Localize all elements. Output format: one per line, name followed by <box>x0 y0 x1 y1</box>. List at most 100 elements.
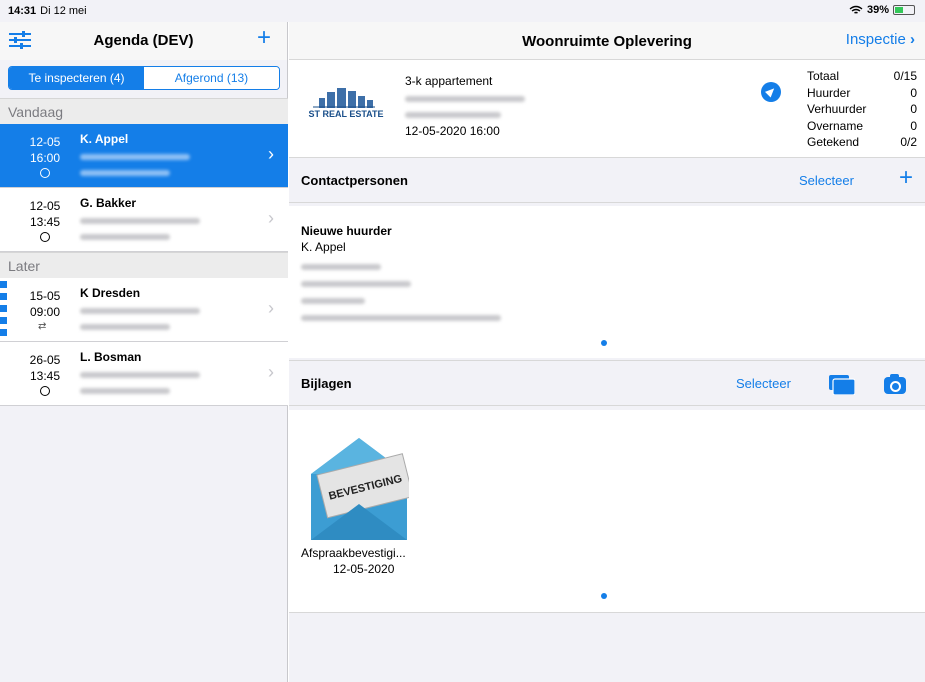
inspectie-button[interactable]: Inspectie › <box>846 31 915 48</box>
appointment-row[interactable]: 26-05 13:45 L. Bosman › <box>0 342 288 406</box>
stat-label: Getekend <box>807 135 860 149</box>
inspection-stats: Totaal 0/15 Huurder 0 Verhuurder 0 Overname… <box>807 68 917 151</box>
status-circle-icon <box>40 168 50 178</box>
edge-marker <box>0 317 7 324</box>
appointment-datetime: 12-05 13:45 <box>24 198 66 230</box>
battery-percent: 39% <box>866 4 889 16</box>
contacts-select-button[interactable]: Selecteer <box>799 173 854 188</box>
empty-area <box>289 612 925 682</box>
status-clock: 14:31 <box>8 5 37 17</box>
attachment-file-date: 12-05-2020 <box>333 562 395 576</box>
page-indicator-dot <box>601 593 607 599</box>
appointment-day: 12-05 <box>29 135 61 149</box>
appointment-time: 09:00 <box>29 305 61 319</box>
status-circle-icon <box>40 386 50 396</box>
appointment-time: 13:45 <box>29 369 61 383</box>
edge-marker <box>0 305 7 312</box>
status-bar: 14:31 Di 12 mei 39% <box>0 0 925 22</box>
redacted-address <box>405 96 525 102</box>
redacted-address <box>80 372 200 378</box>
attachments-select-button[interactable]: Selecteer <box>736 376 791 391</box>
chevron-right-icon: › <box>910 31 915 48</box>
appointment-time: 16:00 <box>29 151 61 165</box>
stat-getekend: Getekend 0/2 <box>807 134 917 151</box>
redacted-city <box>80 170 170 176</box>
appointment-datetime: 12-05 16:00 <box>24 134 66 166</box>
redacted-street <box>301 264 381 270</box>
property-type: 3-k appartement <box>405 74 493 88</box>
redacted-city <box>80 234 170 240</box>
appointment-name: L. Bosman <box>80 350 142 364</box>
stat-label: Overname <box>807 118 864 133</box>
redacted-email <box>301 315 501 321</box>
appointment-row[interactable]: 12-05 13:45 G. Bakker › <box>0 188 288 252</box>
folder-icon[interactable] <box>829 375 855 395</box>
appointment-row[interactable]: 12-05 16:00 K. Appel › <box>0 124 288 188</box>
navigation-arrow-icon[interactable] <box>761 82 781 102</box>
inspection-datetime: 12-05-2020 16:00 <box>405 124 500 138</box>
contact-role: Nieuwe huurder <box>301 224 392 238</box>
redacted-address <box>80 218 200 224</box>
stat-overname: Overname 0 <box>807 118 917 135</box>
appointment-name: G. Bakker <box>80 196 137 210</box>
attachments-section-header: Bijlagen Selecteer <box>289 360 925 406</box>
appointment-row[interactable]: 15-05 09:00 ⇄ K Dresden › <box>0 278 288 342</box>
redacted-city <box>301 281 411 287</box>
appointment-day: 26-05 <box>29 353 61 367</box>
detail-title: Woonruimte Oplevering <box>522 33 692 50</box>
envelope-document-icon[interactable]: BEVESTIGING <box>309 434 409 540</box>
stat-value: 0/15 <box>893 69 917 83</box>
stat-value: 0 <box>910 85 917 100</box>
company-logo: ST REAL ESTATE <box>303 84 389 122</box>
agenda-pane: Agenda (DEV) + Te inspecteren (4) Afgero… <box>0 22 288 682</box>
segment-te-inspecteren[interactable]: Te inspecteren (4) <box>9 67 144 89</box>
camera-icon[interactable] <box>884 374 906 394</box>
detail-pane: Woonruimte Oplevering Inspectie › ST REA… <box>289 22 925 682</box>
appointment-datetime: 26-05 13:45 <box>24 352 66 384</box>
attachments-card: BEVESTIGING Afspraakbevestigi... 12-05-2… <box>289 410 925 612</box>
appointment-datetime: 15-05 09:00 <box>24 288 66 320</box>
edge-marker <box>0 329 7 336</box>
wifi-icon <box>849 5 863 14</box>
logo-text: ST REAL ESTATE <box>308 109 384 119</box>
add-contact-button[interactable]: + <box>899 166 913 190</box>
redacted-phone <box>301 298 365 304</box>
appointment-day: 12-05 <box>29 199 61 213</box>
property-info-card: ST REAL ESTATE 3-k appartement 12-05-202… <box>289 60 925 157</box>
redacted-city <box>80 324 170 330</box>
stat-huurder: Huurder 0 <box>807 85 917 102</box>
stat-totaal: Totaal 0/15 <box>807 68 917 85</box>
contact-name: K. Appel <box>301 240 346 254</box>
chevron-right-icon: › <box>268 362 274 382</box>
stat-label: Totaal <box>807 69 840 83</box>
contacts-section-header: Contactpersonen Selecteer + <box>289 157 925 203</box>
status-time: 14:31 Di 12 mei <box>8 5 87 17</box>
contact-card[interactable]: Nieuwe huurder K. Appel <box>289 206 925 358</box>
redacted-city <box>80 388 170 394</box>
redacted-address <box>80 154 190 160</box>
contacts-title: Contactpersonen <box>301 173 408 188</box>
stat-value: 0/2 <box>900 135 917 149</box>
edge-marker <box>0 281 7 288</box>
attachments-title: Bijlagen <box>301 376 352 391</box>
segment-afgerond[interactable]: Afgerond (13) <box>144 67 279 89</box>
section-header-later: Later <box>0 252 288 278</box>
chevron-right-icon: › <box>268 208 274 228</box>
detail-header: Woonruimte Oplevering Inspectie › <box>289 22 925 60</box>
section-header-today: Vandaag <box>0 98 288 124</box>
chevron-right-icon: › <box>268 144 274 164</box>
battery-icon <box>893 5 915 15</box>
status-indicators: 39% <box>849 4 915 16</box>
swap-arrows-icon: ⇄ <box>38 321 47 332</box>
redacted-address <box>80 308 200 314</box>
agenda-header: Agenda (DEV) + <box>0 22 287 60</box>
appointment-day: 15-05 <box>29 289 61 303</box>
stat-label: Verhuurder <box>807 102 867 116</box>
add-appointment-button[interactable]: + <box>257 26 271 50</box>
stat-verhuurder: Verhuurder 0 <box>807 101 917 118</box>
status-circle-icon <box>40 232 50 242</box>
appointment-name: K. Appel <box>80 132 129 146</box>
stat-value: 0 <box>910 118 917 133</box>
status-date: Di 12 mei <box>40 5 87 17</box>
building-skyline-icon <box>313 88 375 108</box>
